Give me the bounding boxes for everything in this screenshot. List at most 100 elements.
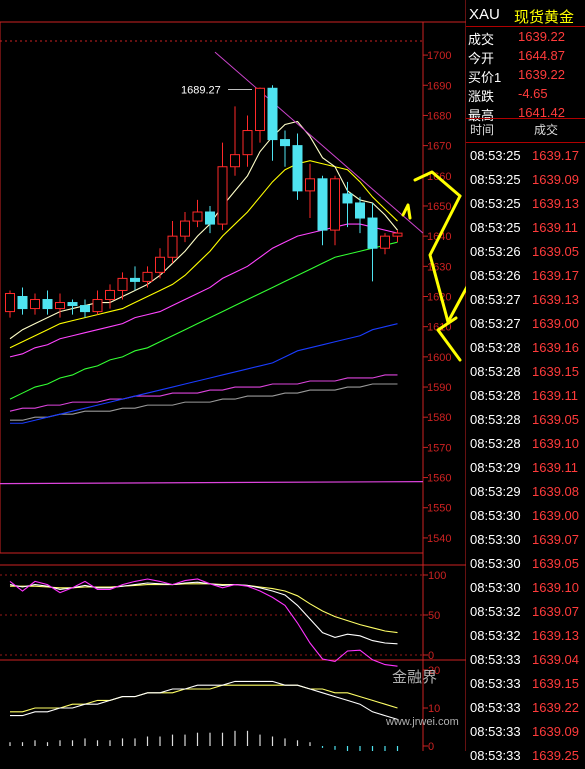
tick-row[interactable]: 08:53:30 1639.00: [466, 505, 585, 529]
tick-price: 1639.10: [532, 580, 579, 595]
y-tick-label: 1650: [427, 201, 451, 213]
tick-price: 1639.05: [532, 556, 579, 571]
tick-row[interactable]: 08:53:33 1639.22: [466, 697, 585, 721]
tick-time: 08:53:33: [470, 724, 521, 739]
quote-divider: [466, 118, 585, 119]
ma30-line: [9, 241, 398, 400]
tick-row[interactable]: 08:53:28 1639.05: [466, 409, 585, 433]
candle-body: [92, 299, 103, 313]
candle-body: [105, 289, 115, 301]
y-tick-label: 1600: [427, 352, 451, 364]
quote-value: -4.65: [518, 86, 548, 101]
tick-row[interactable]: 08:53:29 1639.11: [466, 457, 585, 481]
tick-price: 1639.07: [532, 604, 579, 619]
tick-time: 08:53:25: [470, 220, 521, 235]
tick-row[interactable]: 08:53:26 1639.17: [466, 265, 585, 289]
tick-time: 08:53:33: [470, 676, 521, 691]
hand-drawn-arrow: [413, 170, 462, 198]
tick-row[interactable]: 08:53:30 1639.05: [466, 553, 585, 577]
quote-panel: XAU 现货黄金 成交 1639.22 今开 1644.87 买价1 1639.22 涨跌 -…: [466, 0, 585, 763]
candle-body: [267, 87, 278, 141]
tick-price: 1639.00: [532, 316, 579, 331]
tick-price: 1639.04: [532, 652, 579, 667]
tick-row[interactable]: 08:53:30 1639.07: [466, 529, 585, 553]
tick-row[interactable]: 08:53:25 1639.11: [466, 217, 585, 241]
lower-line-a: [10, 680, 398, 720]
tick-row[interactable]: 08:53:29 1639.08: [466, 481, 585, 505]
candle-body: [5, 292, 15, 313]
tick-price: 1639.10: [532, 436, 579, 451]
candle-body: [217, 166, 228, 225]
tick-row[interactable]: 08:53:32 1639.13: [466, 625, 585, 649]
kdj-k-line: [9, 581, 398, 645]
tick-price: 1639.13: [532, 628, 579, 643]
tick-row[interactable]: 08:53:33 1639.15: [466, 673, 585, 697]
tick-time: 08:53:30: [470, 556, 521, 571]
tick-row[interactable]: 08:53:27 1639.13: [466, 289, 585, 313]
instrument-name: 现货黄金: [514, 9, 575, 26]
symbol-label: XAU: [469, 6, 500, 23]
candle-body: [130, 277, 140, 282]
tick-row[interactable]: 08:53:28 1639.11: [466, 385, 585, 409]
tick-time: 08:53:29: [470, 484, 521, 499]
tick-price: 1639.17: [532, 268, 579, 283]
quote-value: 1644.87: [518, 48, 565, 63]
y-tick-label: 1680: [427, 110, 451, 122]
tick-row[interactable]: 08:53:33 1639.04: [466, 649, 585, 673]
candle-body: [342, 193, 353, 204]
tick-time: 08:53:27: [470, 292, 521, 307]
tick-time: 08:53:30: [470, 508, 521, 523]
candle-body: [117, 277, 128, 291]
ma20-line: [9, 223, 398, 358]
tick-price: 1639.17: [532, 148, 579, 163]
lower-tick-label: 0: [428, 741, 434, 751]
tick-row[interactable]: 08:53:28 1639.15: [466, 361, 585, 385]
tick-price: 1639.22: [532, 700, 579, 715]
ticks-header-deal: 成交: [534, 123, 559, 137]
quote-row: 今开 1644.87: [468, 48, 583, 67]
candle-body: [67, 302, 78, 307]
ma60-line: [10, 323, 398, 424]
tick-price: 1639.25: [532, 748, 579, 763]
tick-time: 08:53:28: [470, 388, 521, 403]
quote-label: 涨跌: [468, 89, 495, 104]
tick-row[interactable]: 08:53:25 1639.17: [466, 145, 585, 169]
tick-row[interactable]: 08:53:32 1639.07: [466, 601, 585, 625]
tick-price: 1639.00: [532, 508, 579, 523]
tick-price: 1639.11: [532, 220, 579, 235]
tick-time: 08:53:28: [470, 364, 521, 379]
tick-time: 08:53:33: [470, 700, 521, 715]
tick-price: 1639.15: [532, 364, 579, 379]
candle-body: [30, 299, 40, 310]
candle-body: [355, 202, 365, 219]
tick-row[interactable]: 08:53:33 1639.25: [466, 745, 585, 769]
watermark-url: www.jrwei.com: [386, 716, 459, 728]
tick-time: 08:53:25: [470, 196, 521, 211]
tick-row[interactable]: 08:53:26 1639.05: [466, 241, 585, 265]
kdj-tick-label: 0: [428, 650, 434, 662]
tick-price: 1639.15: [532, 676, 579, 691]
candle-body: [330, 178, 340, 231]
candle-body: [392, 232, 403, 237]
tick-time: 08:53:28: [470, 436, 521, 451]
tick-row[interactable]: 08:53:25 1639.13: [466, 193, 585, 217]
candle-body: [142, 271, 153, 282]
quote-row: 成交 1639.22: [468, 29, 583, 48]
quote-row: 买价1 1639.22: [468, 67, 583, 86]
tick-row[interactable]: 08:53:28 1639.16: [466, 337, 585, 361]
hand-drawn-arrow: [401, 203, 412, 220]
ticks-header-time: 时间: [470, 123, 495, 137]
peak-annotation: 1689.27: [181, 84, 221, 96]
candle-body: [292, 145, 303, 192]
candle-body: [255, 87, 265, 132]
candle-body: [242, 130, 253, 156]
tick-row[interactable]: 08:53:28 1639.10: [466, 433, 585, 457]
tick-row[interactable]: 08:53:30 1639.10: [466, 577, 585, 601]
y-tick-label: 1550: [427, 503, 451, 515]
tick-row[interactable]: 08:53:33 1639.09: [466, 721, 585, 745]
tick-row[interactable]: 08:53:25 1639.09: [466, 169, 585, 193]
candle-body: [80, 305, 90, 313]
tick-row[interactable]: 08:53:27 1639.00: [466, 313, 585, 337]
tick-price: 1639.13: [532, 292, 579, 307]
tick-time: 08:53:29: [470, 460, 521, 475]
